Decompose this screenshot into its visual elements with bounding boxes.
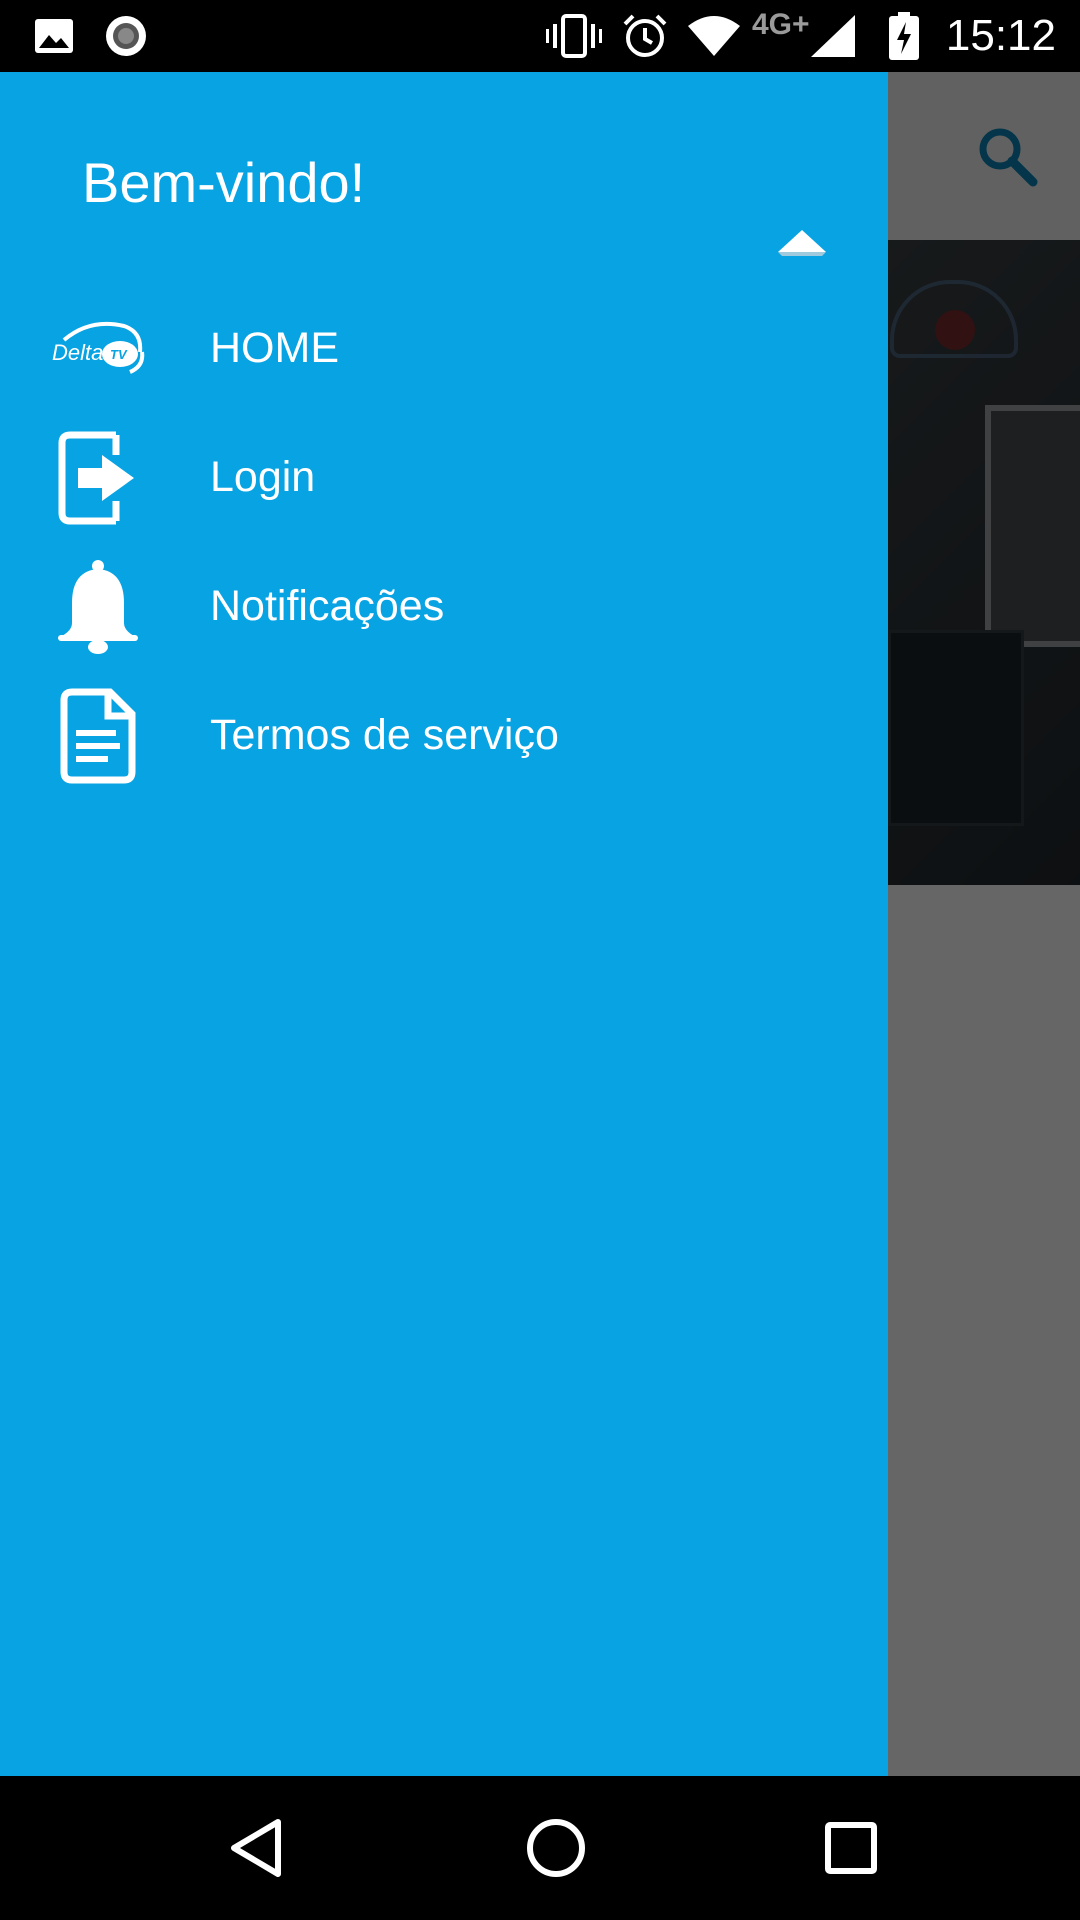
status-clock: 15:12 [945, 11, 1056, 60]
menu-item-label: Login [210, 453, 316, 501]
vibrate-icon [546, 0, 602, 72]
status-bar: 4G+ 15:12 [0, 0, 1080, 72]
drawer-header: Bem-vindo! [0, 72, 888, 292]
menu-item-label: HOME [210, 324, 339, 372]
collapse-arrow-icon[interactable] [772, 222, 832, 262]
bell-icon [40, 549, 155, 664]
svg-text:Delta: Delta [52, 340, 103, 365]
menu-item-notifications[interactable]: Notificações [0, 542, 888, 671]
back-icon[interactable] [176, 1776, 336, 1920]
menu-item-label: Termos de serviço [210, 711, 559, 759]
home-icon[interactable] [476, 1776, 636, 1920]
wifi-icon [686, 0, 742, 72]
battery-charging-icon [884, 0, 924, 72]
login-icon [40, 420, 155, 535]
record-notification-icon [102, 0, 150, 72]
menu-item-terms[interactable]: Termos de serviço [0, 671, 888, 800]
system-nav-bar [0, 1776, 1080, 1920]
drawer-title: Bem-vindo! [82, 151, 366, 214]
alarm-icon [620, 0, 670, 72]
svg-text:TV: TV [110, 347, 128, 362]
menu-item-label: Notificações [210, 582, 445, 630]
gallery-notification-icon [30, 0, 78, 72]
navigation-drawer: Bem-vindo! TV Delta HOME Login Notificaç… [0, 72, 888, 1776]
signal-icon [808, 0, 858, 72]
document-icon [40, 678, 155, 793]
menu-item-login[interactable]: Login [0, 413, 888, 542]
drawer-menu: TV Delta HOME Login Notificações Termos … [0, 284, 888, 800]
recents-icon[interactable] [771, 1776, 931, 1920]
screen: 4G+ 15:12 Bem-vindo! TV Delta HOME Login… [0, 0, 1080, 1920]
menu-item-home[interactable]: TV Delta HOME [0, 284, 888, 413]
network-type-label: 4G+ [752, 8, 810, 41]
deltatv-logo-icon: TV Delta [40, 291, 155, 406]
